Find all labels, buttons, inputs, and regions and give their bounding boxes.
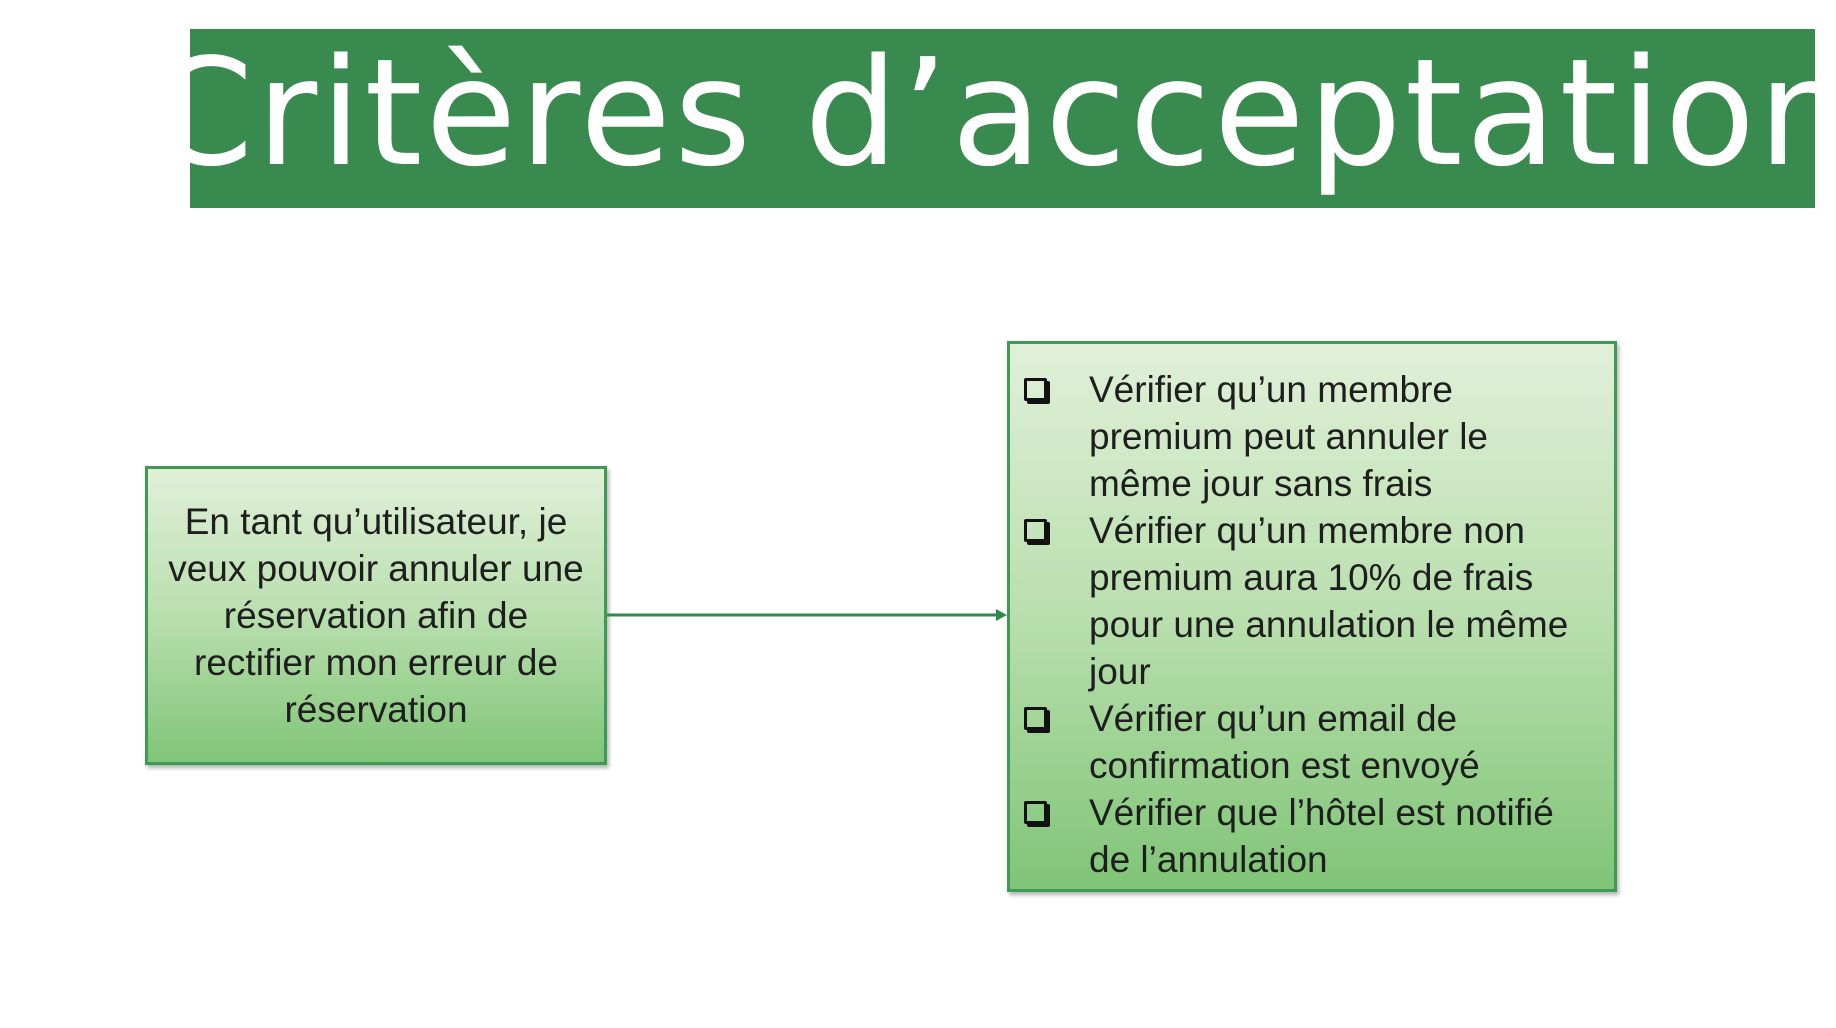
criteria-item: Vérifier qu’un email de confirmation est…: [1016, 695, 1600, 789]
criteria-text: Vérifier qu’un email de confirmation est…: [1089, 698, 1480, 786]
criteria-item: Vérifier que l’hôtel est notifié de l’an…: [1016, 789, 1600, 883]
criteria-text: Vérifier qu’un membre non premium aura 1…: [1089, 510, 1569, 692]
criteria-list: Vérifier qu’un membre premium peut annul…: [1016, 366, 1600, 883]
acceptance-criteria-box: Vérifier qu’un membre premium peut annul…: [1007, 341, 1617, 892]
checkbox-icon: [1024, 519, 1047, 542]
criteria-text: Vérifier qu’un membre premium peut annul…: [1089, 369, 1488, 504]
user-story-box: En tant qu’utilisateur, je veux pouvoir …: [145, 466, 607, 765]
title-banner: Critères d’acceptation: [150, 29, 1836, 208]
page-title: Critères d’acceptation: [150, 26, 1836, 199]
user-story-text: En tant qu’utilisateur, je veux pouvoir …: [168, 501, 584, 730]
checkbox-icon: [1024, 801, 1047, 824]
checkbox-icon: [1024, 707, 1047, 730]
arrowhead-icon: [996, 609, 1007, 621]
criteria-item: Vérifier qu’un membre premium peut annul…: [1016, 366, 1600, 507]
checkbox-icon: [1024, 378, 1047, 401]
criteria-text: Vérifier que l’hôtel est notifié de l’an…: [1089, 792, 1554, 880]
criteria-item: Vérifier qu’un membre non premium aura 1…: [1016, 507, 1600, 695]
